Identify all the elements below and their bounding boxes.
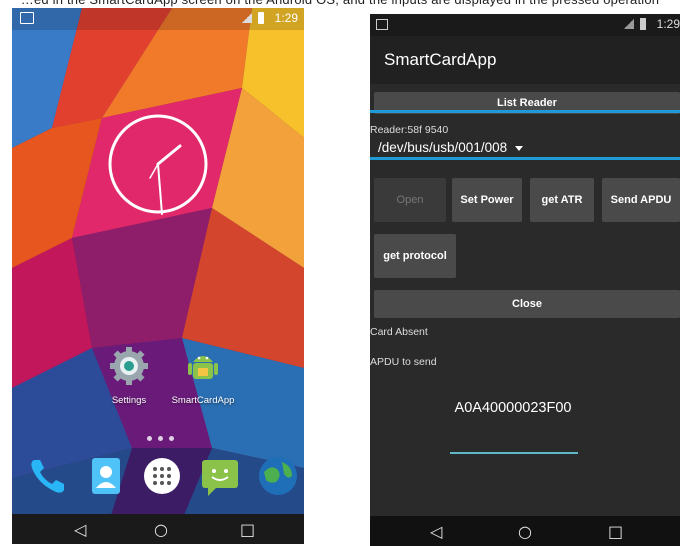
apdu-input-field[interactable] — [450, 396, 576, 420]
android-icon — [188, 356, 218, 379]
set-power-button[interactable]: Set Power — [452, 178, 522, 222]
image-notification-icon — [20, 12, 34, 24]
open-button[interactable]: Open — [374, 178, 446, 222]
back-icon[interactable]: ◁ — [74, 520, 86, 539]
navigation-bar: ◁ ○ □ — [370, 516, 680, 546]
battery-icon — [640, 18, 646, 30]
figure-caption: …ed in the SmartCardApp screen on the An… — [0, 0, 680, 8]
browser-globe-icon[interactable] — [256, 454, 300, 498]
image-notification-icon — [376, 19, 388, 30]
back-icon[interactable]: ◁ — [430, 522, 442, 541]
status-bar: 1:29 — [12, 8, 304, 30]
page-indicator — [147, 428, 187, 441]
recents-icon[interactable]: □ — [608, 522, 623, 541]
analog-clock-widget[interactable] — [102, 108, 214, 220]
app-title: SmartCardApp — [384, 50, 497, 69]
apdu-input-underline — [450, 452, 578, 454]
reader-spinner-value: /dev/bus/usb/001/008 — [378, 140, 508, 155]
messaging-icon[interactable] — [198, 454, 242, 498]
apps-grid-icon[interactable] — [140, 454, 184, 498]
smartcardapp-screen: 1:29 SmartCardApp List Reader Reader:58f… — [370, 14, 680, 546]
phone-icon[interactable] — [26, 454, 70, 498]
settings-app-label: Settings — [111, 395, 147, 406]
close-button[interactable]: Close — [374, 290, 680, 318]
reader-spinner[interactable]: /dev/bus/usb/001/008 — [378, 140, 524, 155]
get-atr-button[interactable]: get ATR — [530, 178, 594, 222]
app-bar: SmartCardApp — [370, 36, 680, 84]
smartcardapp-shortcut[interactable]: SmartCardApp — [168, 346, 238, 406]
battery-icon — [258, 12, 264, 24]
home-icon[interactable]: ○ — [518, 522, 532, 541]
apdu-label: APDU to send — [370, 356, 437, 368]
status-time: 1:29 — [274, 11, 298, 25]
smartcardapp-label: SmartCardApp — [171, 395, 235, 406]
reader-label: Reader:58f 9540 — [370, 124, 449, 136]
settings-app-shortcut[interactable]: Settings — [94, 346, 164, 406]
status-bar: 1:29 — [370, 14, 680, 36]
signal-icon — [624, 19, 634, 29]
send-apdu-button[interactable]: Send APDU — [602, 178, 680, 222]
recents-icon[interactable]: □ — [240, 520, 255, 539]
navigation-bar: ◁ ○ □ — [12, 514, 304, 544]
signal-icon — [242, 13, 252, 23]
card-status-text: Card Absent — [370, 326, 428, 338]
home-screen: 1:29 Settings SmartCardApp ◁ ○ □ — [12, 8, 304, 544]
home-icon[interactable]: ○ — [154, 520, 168, 539]
settings-gear-icon — [110, 347, 148, 385]
dropdown-arrow-icon — [515, 145, 524, 151]
get-protocol-button[interactable]: get protocol — [374, 234, 456, 278]
contacts-icon[interactable] — [84, 454, 128, 498]
status-time: 1:29 — [656, 17, 680, 31]
